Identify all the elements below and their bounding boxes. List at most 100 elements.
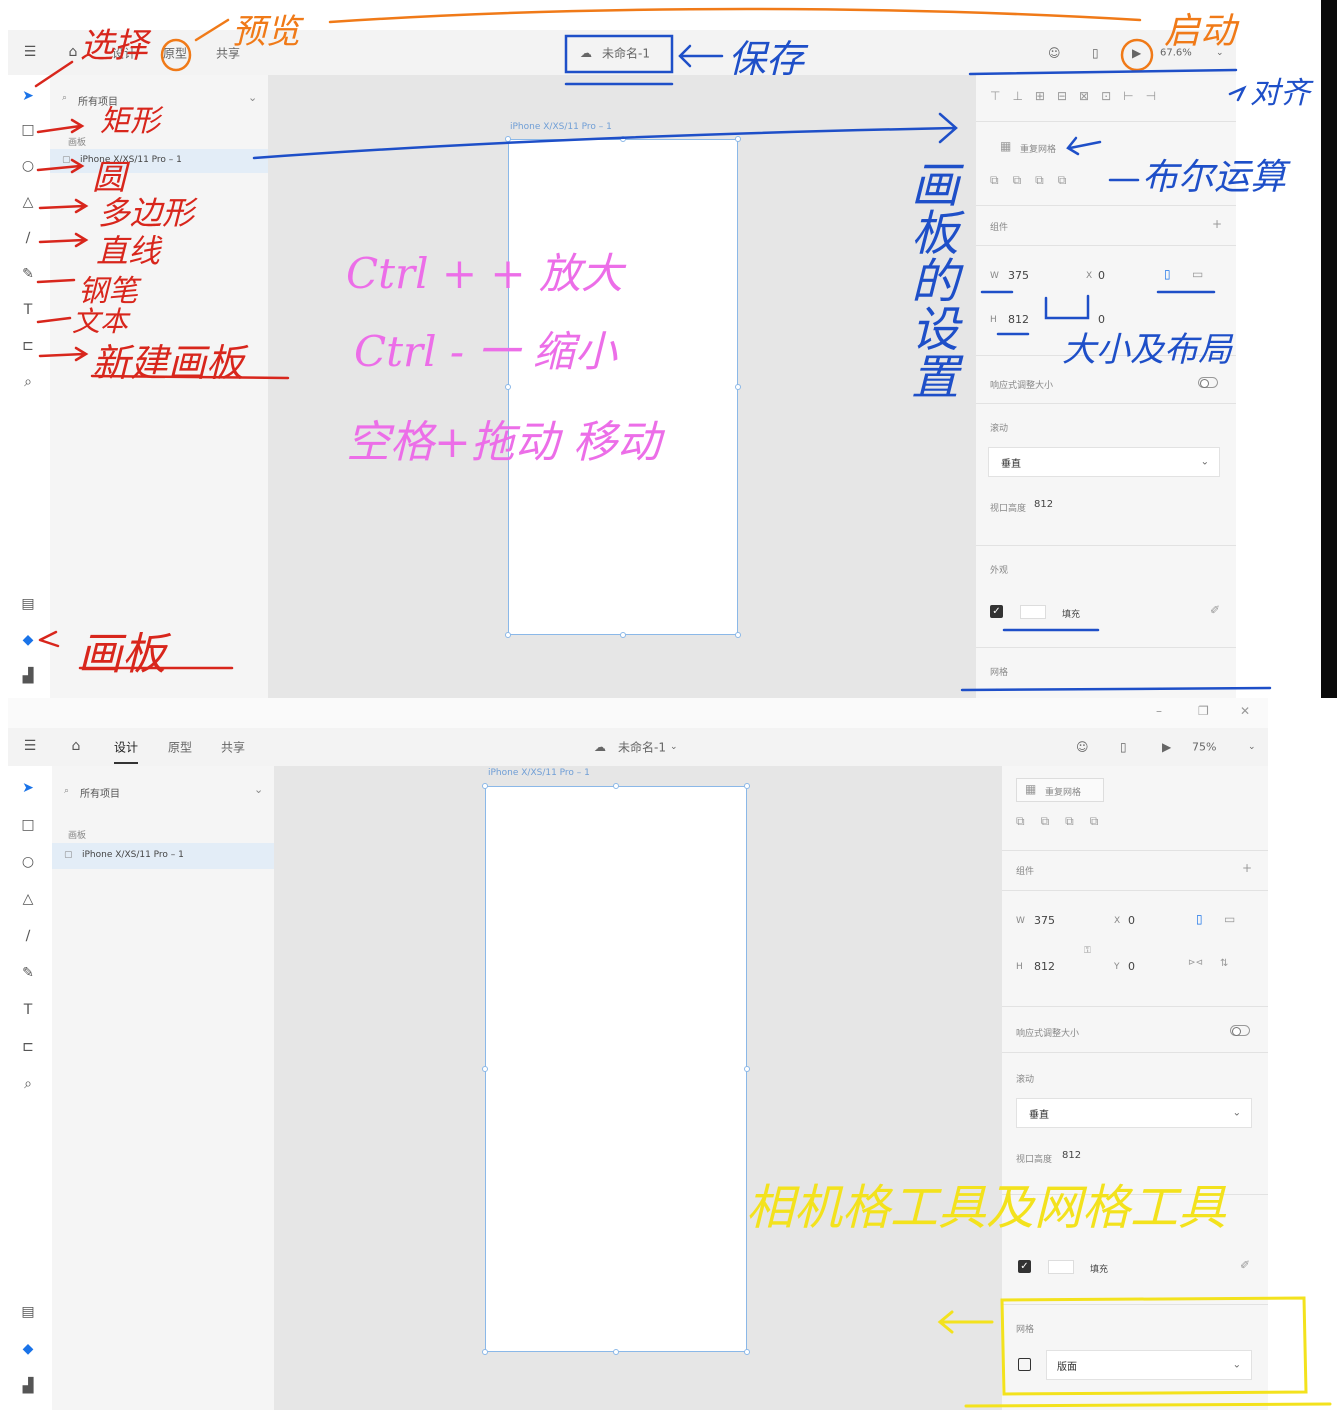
device-preview-icon[interactable]: ▯	[1092, 46, 1099, 60]
home-icon[interactable]: ⌂	[66, 738, 86, 754]
resize-handle[interactable]	[613, 783, 619, 789]
lock-aspect-icon[interactable]: ⚿	[1084, 946, 1091, 956]
align-icons[interactable]: ⊤⊥⊞⊟⊠⊡⊢⊣	[990, 89, 1168, 103]
height-field[interactable]: 812	[1034, 960, 1055, 973]
x-field[interactable]: 0	[1098, 269, 1105, 282]
resize-handle[interactable]	[735, 384, 741, 390]
search-input[interactable]: 所有项目	[80, 785, 120, 800]
resize-handle[interactable]	[505, 136, 511, 142]
chevron-down-icon[interactable]: ⌄	[254, 783, 263, 796]
canvas[interactable]: iPhone X/XS/11 Pro – 1	[268, 75, 976, 698]
artboard-label[interactable]: iPhone X/XS/11 Pro – 1	[488, 768, 590, 778]
resize-handle[interactable]	[620, 136, 626, 142]
resize-handle[interactable]	[620, 632, 626, 638]
fill-color-swatch[interactable]	[1048, 1260, 1074, 1274]
chevron-down-icon[interactable]: ⌄	[1248, 742, 1256, 752]
resize-handle[interactable]	[744, 783, 750, 789]
select-tool-icon[interactable]: ➤	[18, 780, 38, 796]
chevron-down-icon[interactable]: ⌄	[248, 91, 257, 104]
fill-checkbox[interactable]: ✓	[990, 605, 1003, 618]
repeat-grid-button[interactable]: 重复网格	[1020, 142, 1056, 155]
assets-icon[interactable]: ▤	[18, 596, 38, 612]
flip-vertical-icon[interactable]: ⇅	[1220, 958, 1228, 969]
add-component-icon[interactable]: +	[1242, 861, 1252, 875]
eyedropper-icon[interactable]: ✐	[1210, 603, 1220, 617]
grid-checkbox[interactable]	[1018, 1358, 1031, 1371]
text-tool-icon[interactable]: T	[18, 302, 38, 318]
tab-share[interactable]: 共享	[221, 739, 245, 756]
doc-title[interactable]: 未命名-1	[602, 44, 650, 61]
play-icon[interactable]: ▶	[1132, 46, 1141, 60]
resize-handle[interactable]	[482, 1349, 488, 1355]
resize-handle[interactable]	[613, 1349, 619, 1355]
layer-item[interactable]: ▢ iPhone X/XS/11 Pro – 1	[50, 149, 268, 173]
doc-title[interactable]: 未命名-1	[618, 739, 666, 756]
responsive-toggle[interactable]	[1198, 377, 1218, 388]
width-field[interactable]: 375	[1034, 914, 1055, 927]
fill-color-swatch[interactable]	[1020, 605, 1046, 619]
repeat-grid-button[interactable]: ▦ 重复网格	[1016, 778, 1104, 802]
boolean-ops-icons[interactable]: ⧉⧉⧉⧉	[990, 173, 1080, 188]
ellipse-tool-icon[interactable]: ○	[18, 158, 38, 174]
resize-handle[interactable]	[505, 384, 511, 390]
artboard[interactable]	[485, 786, 747, 1352]
repeat-grid-icon[interactable]: ▦	[1000, 139, 1011, 153]
zoom-level[interactable]: 75%	[1192, 741, 1216, 754]
height-field[interactable]: 812	[1008, 313, 1029, 326]
close-icon[interactable]: ✕	[1240, 704, 1250, 718]
y-field[interactable]: 0	[1128, 960, 1135, 973]
viewport-height-field[interactable]: 812	[1034, 499, 1053, 510]
eyedropper-icon[interactable]: ✐	[1240, 1258, 1250, 1272]
portrait-icon[interactable]: ▯	[1196, 912, 1203, 926]
responsive-toggle[interactable]	[1230, 1025, 1250, 1036]
layer-item[interactable]: ▢ iPhone X/XS/11 Pro – 1	[52, 843, 274, 869]
line-tool-icon[interactable]: ∕	[18, 928, 38, 944]
pen-tool-icon[interactable]: ✎	[18, 266, 38, 282]
resize-handle[interactable]	[735, 136, 741, 142]
rectangle-tool-icon[interactable]: □	[18, 817, 38, 833]
landscape-icon[interactable]: ▭	[1224, 912, 1235, 926]
scroll-select[interactable]: 垂直 ⌄	[988, 447, 1220, 477]
landscape-icon[interactable]: ▭	[1192, 267, 1203, 281]
minimize-icon[interactable]: –	[1156, 704, 1162, 718]
line-tool-icon[interactable]: ∕	[18, 230, 38, 246]
hamburger-menu-icon[interactable]: ☰	[20, 738, 40, 754]
add-component-icon[interactable]: +	[1212, 217, 1222, 231]
flip-horizontal-icon[interactable]: ⊳⊲	[1188, 958, 1203, 968]
resize-handle[interactable]	[735, 632, 741, 638]
fill-checkbox[interactable]: ✓	[1018, 1260, 1031, 1273]
text-tool-icon[interactable]: T	[18, 1002, 38, 1018]
select-tool-icon[interactable]: ➤	[18, 88, 38, 104]
artboard[interactable]	[508, 139, 738, 635]
viewport-height-field[interactable]: 812	[1062, 1150, 1081, 1161]
polygon-tool-icon[interactable]: △	[18, 194, 38, 210]
plugins-icon[interactable]: ▟	[18, 1378, 38, 1394]
zoom-tool-icon[interactable]: ⌕	[18, 1076, 38, 1092]
device-preview-icon[interactable]: ▯	[1120, 740, 1127, 754]
user-icon[interactable]: ☺	[1048, 46, 1061, 60]
artboard-label[interactable]: iPhone X/XS/11 Pro – 1	[510, 122, 612, 132]
hamburger-menu-icon[interactable]: ☰	[20, 44, 40, 60]
artboard-tool-icon[interactable]: ⊏	[18, 1039, 38, 1055]
x-field[interactable]: 0	[1128, 914, 1135, 927]
layers-icon[interactable]: ◆	[18, 1341, 38, 1357]
rectangle-tool-icon[interactable]: □	[18, 122, 38, 138]
resize-handle[interactable]	[482, 783, 488, 789]
tab-design[interactable]: 设计	[114, 739, 138, 756]
layers-icon[interactable]: ◆	[18, 632, 38, 648]
tab-prototype[interactable]: 原型	[168, 739, 192, 756]
resize-handle[interactable]	[744, 1349, 750, 1355]
canvas[interactable]: iPhone X/XS/11 Pro – 1	[274, 766, 1002, 1410]
resize-handle[interactable]	[505, 632, 511, 638]
ellipse-tool-icon[interactable]: ○	[18, 854, 38, 870]
tab-prototype[interactable]: 原型	[163, 44, 187, 61]
zoom-tool-icon[interactable]: ⌕	[18, 374, 38, 390]
resize-handle[interactable]	[744, 1066, 750, 1072]
chevron-down-icon[interactable]: ⌄	[670, 742, 678, 752]
scroll-select[interactable]: 垂直 ⌄	[1016, 1098, 1252, 1128]
portrait-icon[interactable]: ▯	[1164, 267, 1171, 281]
grid-type-select[interactable]: 版面 ⌄	[1046, 1350, 1252, 1380]
width-field[interactable]: 375	[1008, 269, 1029, 282]
user-icon[interactable]: ☺	[1076, 740, 1089, 754]
artboard-tool-icon[interactable]: ⊏	[18, 338, 38, 354]
